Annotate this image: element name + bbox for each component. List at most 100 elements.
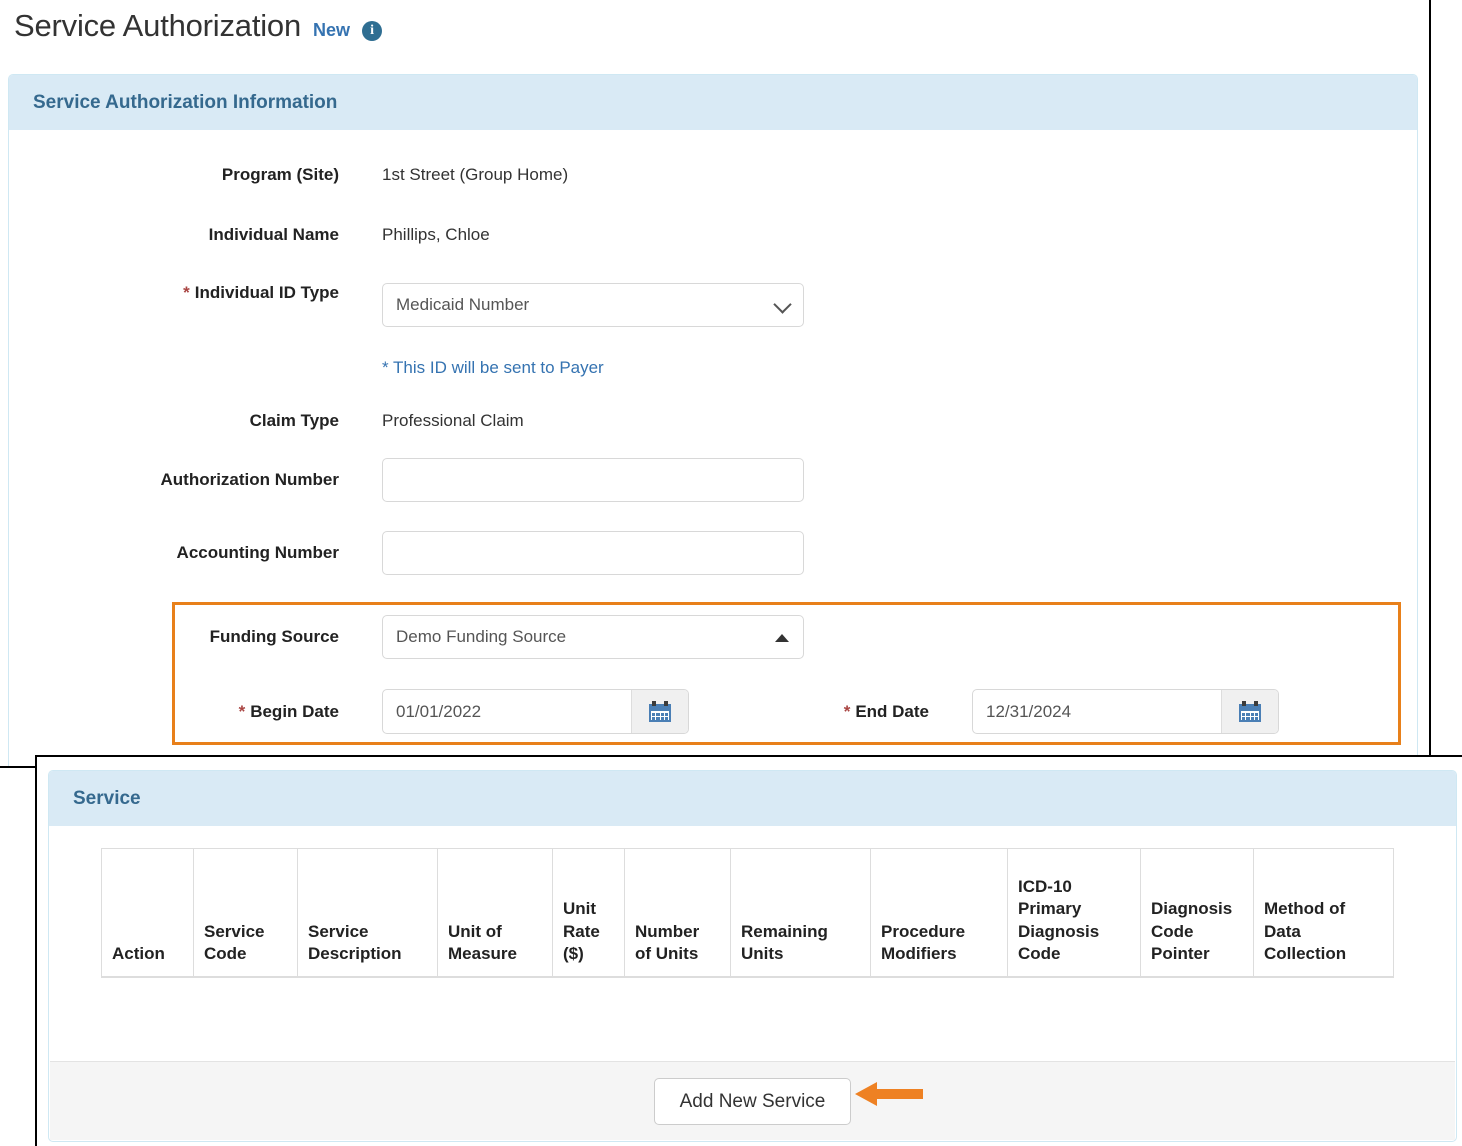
column-header-remaining-units[interactable]: Remaining Units	[730, 848, 871, 978]
funding-source-select[interactable]: Demo Funding Source	[382, 615, 804, 659]
end-date-field[interactable]	[972, 689, 1279, 734]
control-funding-source: Demo Funding Source	[382, 615, 804, 659]
control-accounting-number	[382, 531, 804, 575]
label-individual-name: Individual Name	[208, 225, 339, 244]
column-header-remaining-units-line2: Units	[741, 944, 784, 964]
field-row-begin-date: * Begin Date	[9, 689, 689, 734]
info-icon[interactable]: i	[362, 21, 383, 41]
service-table-wrapper: Action Service Code Service Description …	[49, 826, 1456, 1025]
label-accounting-number: Accounting Number	[176, 543, 339, 562]
column-header-service-description-line1: Service	[308, 921, 369, 941]
field-row-claim-type: Claim Type Professional Claim	[9, 411, 524, 431]
column-header-action-line1: Action	[112, 944, 165, 964]
required-marker-end-date: *	[843, 701, 851, 721]
label-text-individual-id-type: Individual ID Type	[194, 283, 339, 302]
service-table-header-row: Action Service Code Service Description …	[101, 848, 1394, 978]
individual-id-type-selected-value: Medicaid Number	[396, 295, 530, 314]
field-row-authorization-number: Authorization Number	[9, 458, 804, 502]
column-header-remaining-units-line1: Remaining	[741, 921, 828, 941]
page-title-row: Service Authorization New i	[14, 8, 383, 44]
column-header-method-of-data-collection[interactable]: Method of Data Collection	[1253, 848, 1394, 978]
service-table: Action Service Code Service Description …	[101, 848, 1394, 1025]
begin-date-field[interactable]	[382, 689, 689, 734]
record-status-label: New	[313, 19, 351, 40]
label-individual-id-type: * Individual ID Type	[9, 283, 339, 303]
column-header-diagnosis-code-pointer-line3: Pointer	[1151, 944, 1210, 964]
required-marker-individual-id-type: *	[183, 283, 190, 302]
individual-id-type-hint: * This ID will be sent to Payer	[382, 358, 604, 377]
end-date-calendar-button[interactable]	[1221, 690, 1278, 733]
label-end-date: * End Date	[769, 702, 929, 722]
column-header-procedure-modifiers[interactable]: Procedure Modifiers	[870, 848, 1008, 978]
column-header-unit-of-measure-line1: Unit of	[448, 921, 502, 941]
column-header-unit-rate-line1: Unit	[563, 899, 597, 919]
column-header-number-of-units[interactable]: Number of Units	[624, 848, 731, 978]
field-row-accounting-number: Accounting Number	[9, 531, 804, 575]
triangle-up-icon	[775, 634, 789, 642]
add-new-service-button[interactable]: Add New Service	[653, 1077, 852, 1125]
control-authorization-number	[382, 458, 804, 502]
label-text-begin-date: Begin Date	[250, 701, 339, 721]
authorization-number-input[interactable]	[382, 458, 804, 502]
panel-header-auth: Service Authorization Information	[9, 75, 1417, 130]
value-claim-type: Professional Claim	[382, 411, 524, 430]
control-individual-id-type: Medicaid Number	[382, 283, 804, 327]
column-header-number-of-units-line2: of Units	[635, 944, 699, 964]
service-authorization-screenshot: Service Authorization New i Service Auth…	[0, 0, 1431, 768]
column-header-icd10-line4: Code	[1018, 944, 1061, 964]
label-funding-source: Funding Source	[209, 627, 339, 646]
field-row-individual-id-type: * Individual ID Type Medicaid Number	[9, 283, 804, 327]
column-header-unit-of-measure-line2: Measure	[448, 944, 517, 964]
end-date-input[interactable]	[973, 690, 1221, 733]
begin-date-input[interactable]	[383, 690, 631, 733]
column-header-service-code[interactable]: Service Code	[193, 848, 298, 978]
column-header-method-line2: Data	[1264, 921, 1301, 941]
column-header-icd10-primary-diagnosis-code[interactable]: ICD-10 Primary Diagnosis Code	[1007, 848, 1141, 978]
field-row-funding-source: Funding Source Demo Funding Source	[9, 615, 804, 659]
field-row-individual-name: Individual Name Phillips, Chloe	[9, 225, 490, 245]
column-header-service-code-line2: Code	[204, 944, 247, 964]
service-authorization-information-panel: Service Authorization Information Progra…	[8, 74, 1418, 766]
chevron-down-icon	[773, 295, 792, 314]
column-header-method-line1: Method of	[1264, 899, 1346, 919]
column-header-icd10-line1: ICD-10	[1018, 876, 1072, 896]
column-header-icd10-line3: Diagnosis	[1018, 921, 1100, 941]
control-end-date	[972, 689, 1279, 734]
page-title: Service Authorization	[14, 8, 302, 43]
column-header-diagnosis-code-pointer[interactable]: Diagnosis Code Pointer	[1140, 848, 1254, 978]
column-header-unit-rate-line3: ($)	[563, 944, 584, 964]
column-header-unit-rate[interactable]: Unit Rate ($)	[552, 848, 625, 978]
column-header-diagnosis-code-pointer-line1: Diagnosis	[1151, 899, 1233, 919]
service-panel: Service Action Service Code Service Desc…	[48, 770, 1457, 1142]
value-program-site: 1st Street (Group Home)	[382, 165, 569, 184]
panel-header-service: Service	[49, 771, 1456, 826]
accounting-number-input[interactable]	[382, 531, 804, 575]
individual-id-type-select[interactable]: Medicaid Number	[382, 283, 804, 327]
column-header-service-description[interactable]: Service Description	[297, 848, 438, 978]
column-header-diagnosis-code-pointer-line2: Code	[1151, 921, 1194, 941]
service-panel-screenshot: Service Action Service Code Service Desc…	[35, 755, 1462, 1146]
column-header-number-of-units-line1: Number	[635, 921, 700, 941]
field-row-end-date: * End Date	[769, 689, 1279, 734]
table-row-empty	[102, 977, 1394, 1025]
column-header-icd10-line2: Primary	[1018, 899, 1082, 919]
label-program-site: Program (Site)	[221, 165, 339, 184]
service-table-body	[102, 977, 1394, 1025]
control-begin-date	[382, 689, 689, 734]
column-header-service-code-line1: Service	[204, 921, 265, 941]
begin-date-calendar-button[interactable]	[631, 690, 688, 733]
funding-source-selected-value: Demo Funding Source	[396, 627, 567, 646]
panel-header-service-title: Service	[73, 787, 141, 809]
calendar-icon	[649, 701, 671, 722]
column-header-unit-of-measure[interactable]: Unit of Measure	[437, 848, 553, 978]
label-authorization-number: Authorization Number	[160, 470, 340, 489]
column-header-unit-rate-line2: Rate	[563, 921, 600, 941]
label-text-end-date: End Date	[855, 701, 929, 721]
value-individual-name: Phillips, Chloe	[382, 225, 490, 244]
field-row-program-site: Program (Site) 1st Street (Group Home)	[9, 165, 568, 185]
column-header-action[interactable]: Action	[101, 848, 194, 978]
column-header-procedure-modifiers-line2: Modifiers	[881, 944, 957, 964]
calendar-icon	[1239, 701, 1261, 722]
required-marker-begin-date: *	[238, 701, 246, 721]
service-panel-footer: Add New Service	[50, 1061, 1455, 1140]
